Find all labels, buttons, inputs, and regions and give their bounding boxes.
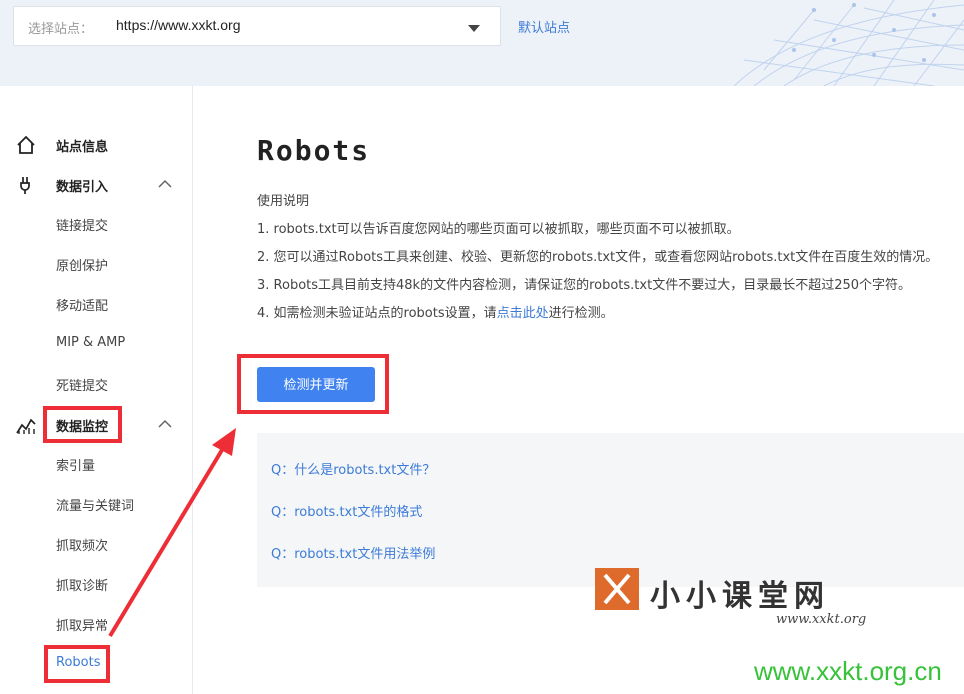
sidebar-item-index[interactable]: 索引量 (56, 455, 95, 474)
caret-down-icon[interactable] (468, 25, 480, 32)
default-site-link[interactable]: 默认站点 (518, 17, 570, 36)
sidebar-item-label: 站点信息 (56, 140, 109, 155)
faq-question-format[interactable]: Q：robots.txt文件的格式 (271, 501, 422, 520)
sidebar-item-crawl-diagnosis[interactable]: 抓取诊断 (56, 575, 108, 594)
usage-line-4-suffix: 进行检测。 (548, 306, 614, 321)
top-bar: 选择站点： https://www.xxkt.org 默认站点 (0, 0, 964, 86)
sidebar-item-site-info[interactable]: 站点信息 (0, 131, 193, 159)
plug-icon (20, 177, 30, 194)
usage-line-4: 4. 如需检测未验证站点的robots设置，请点击此处进行检测。 (257, 302, 614, 321)
home-icon (17, 135, 35, 154)
sidebar-item-traffic-keywords[interactable]: 流量与关键词 (56, 495, 134, 514)
usage-line-3: 3. Robots工具目前支持48k的文件内容检测，请保证您的robots.tx… (257, 278, 912, 293)
usage-line-1: 1. robots.txt可以告诉百度您网站的哪些页面可以被抓取，哪些页面不可以… (257, 222, 740, 237)
watermark-logo-icon (595, 568, 639, 610)
faq-question-what-is-robots[interactable]: Q：什么是robots.txt文件？ (271, 459, 435, 478)
usage-line-2: 2. 您可以通过Robots工具来创建、校验、更新您的robots.txt文件，… (257, 250, 939, 265)
usage-heading: 使用说明 (257, 194, 310, 209)
click-here-link[interactable]: 点击此处 (497, 306, 549, 321)
site-selector[interactable]: 选择站点： https://www.xxkt.org (13, 6, 501, 46)
sidebar-item-crawl-frequency[interactable]: 抓取频次 (56, 535, 108, 554)
watermark-subtitle: www.xxkt.org (776, 612, 867, 627)
site-selector-label: 选择站点： (28, 22, 94, 37)
faq-question-examples[interactable]: Q：robots.txt文件用法举例 (271, 543, 435, 562)
sidebar: 站点信息 数据引入 链接提交 原创保护 移动适配 MIP & AMP 死链提交 … (0, 86, 193, 694)
sidebar-group-data-import[interactable]: 数据引入 (0, 171, 193, 199)
check-and-update-button[interactable]: 检测并更新 (257, 367, 375, 402)
faq-panel: Q：什么是robots.txt文件？ Q：robots.txt文件的格式 Q：r… (257, 433, 964, 587)
page-title: Robots (257, 134, 371, 167)
sidebar-item-original-protect[interactable]: 原创保护 (56, 255, 108, 274)
main-content: Robots 使用说明 1. robots.txt可以告诉百度您网站的哪些页面可… (194, 86, 964, 694)
sidebar-item-link-submit[interactable]: 链接提交 (56, 215, 108, 234)
usage-line-4-prefix: 4. 如需检测未验证站点的robots设置，请 (257, 306, 497, 321)
sidebar-item-crawl-errors[interactable]: 抓取异常 (56, 615, 108, 634)
sidebar-group-label: 数据引入 (56, 180, 109, 195)
site-selector-value: https://www.xxkt.org (116, 17, 241, 33)
highlight-box-data-monitor (43, 406, 122, 443)
watermark-url: www.xxkt.org.cn (754, 656, 942, 686)
sidebar-item-mobile-adapt[interactable]: 移动适配 (56, 295, 108, 314)
chevron-up-icon[interactable] (158, 177, 172, 191)
watermark-title: 小小课堂网 (650, 579, 830, 614)
highlight-box-robots (44, 645, 110, 683)
sidebar-item-dead-link[interactable]: 死链提交 (56, 375, 108, 394)
chevron-up-icon[interactable] (158, 417, 172, 431)
chart-line-icon (16, 418, 36, 434)
sidebar-item-mip-amp[interactable]: MIP & AMP (56, 335, 125, 350)
network-decoration-icon (734, 0, 964, 86)
